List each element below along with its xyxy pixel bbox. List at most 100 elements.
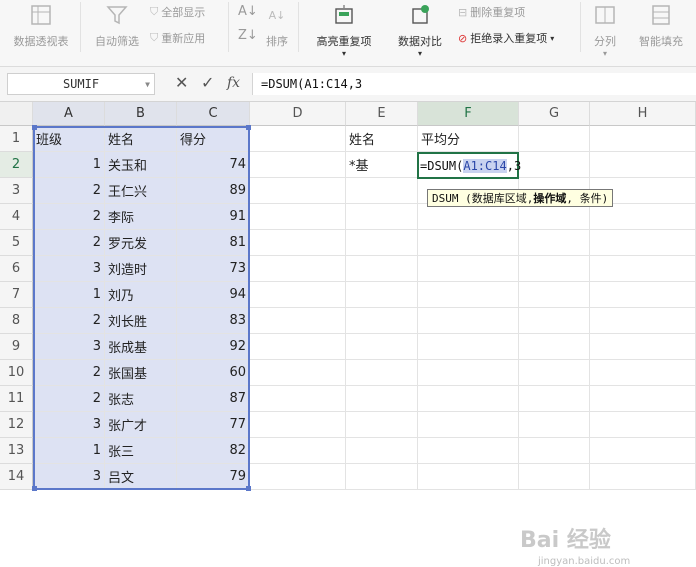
cell-f12[interactable] [418, 412, 519, 438]
cell-a13[interactable]: 1 [33, 438, 105, 464]
column-header-a[interactable]: A [33, 102, 105, 126]
insert-function-icon[interactable]: fx [227, 75, 240, 91]
cell-c6[interactable]: 73 [177, 256, 250, 282]
sort-button[interactable]: A↓ 排序 [262, 3, 292, 49]
row-header-8[interactable]: 8 [0, 308, 33, 334]
cell-e4[interactable] [346, 204, 418, 230]
cell-e9[interactable] [346, 334, 418, 360]
cell-d8[interactable] [250, 308, 346, 334]
row-header-4[interactable]: 4 [0, 204, 33, 230]
row-header-5[interactable]: 5 [0, 230, 33, 256]
cell-f1[interactable]: 平均分 [418, 126, 519, 152]
column-header-g[interactable]: G [519, 102, 590, 126]
cell-b8[interactable]: 刘长胜 [105, 308, 177, 334]
cell-g14[interactable] [519, 464, 590, 490]
sort-asc-icon[interactable]: A↓ [238, 4, 258, 19]
cell-g9[interactable] [519, 334, 590, 360]
cell-e1[interactable]: 姓名 [346, 126, 418, 152]
formula-input[interactable]: =DSUM(A1:C14,3 [252, 73, 696, 95]
cell-f4[interactable] [418, 204, 519, 230]
cell-h14[interactable] [590, 464, 696, 490]
column-header-b[interactable]: B [105, 102, 177, 126]
cell-d6[interactable] [250, 256, 346, 282]
cell-f13[interactable] [418, 438, 519, 464]
row-header-7[interactable]: 7 [0, 282, 33, 308]
cell-b9[interactable]: 张成基 [105, 334, 177, 360]
cell-c2[interactable]: 74 [177, 152, 250, 178]
cell-e7[interactable] [346, 282, 418, 308]
delete-duplicates-button[interactable]: ⊟ 删除重复项 [458, 4, 525, 20]
cell-a12[interactable]: 3 [33, 412, 105, 438]
cell-f10[interactable] [418, 360, 519, 386]
cell-e13[interactable] [346, 438, 418, 464]
row-header-6[interactable]: 6 [0, 256, 33, 282]
cell-h10[interactable] [590, 360, 696, 386]
row-header-10[interactable]: 10 [0, 360, 33, 386]
cell-b4[interactable]: 李际 [105, 204, 177, 230]
cell-c3[interactable]: 89 [177, 178, 250, 204]
cell-c9[interactable]: 92 [177, 334, 250, 360]
row-header-13[interactable]: 13 [0, 438, 33, 464]
cell-a10[interactable]: 2 [33, 360, 105, 386]
column-header-f[interactable]: F [418, 102, 519, 126]
cell-c7[interactable]: 94 [177, 282, 250, 308]
cell-a3[interactable]: 2 [33, 178, 105, 204]
name-box[interactable]: SUMIF ▼ [7, 73, 155, 95]
cell-f11[interactable] [418, 386, 519, 412]
cell-e5[interactable] [346, 230, 418, 256]
smart-fill-button[interactable]: 智能填充 [634, 3, 688, 49]
cell-e2[interactable]: *基 [346, 152, 418, 178]
row-header-2[interactable]: 2 [0, 152, 33, 178]
cell-c14[interactable]: 79 [177, 464, 250, 490]
cell-h13[interactable] [590, 438, 696, 464]
cell-g13[interactable] [519, 438, 590, 464]
cell-b7[interactable]: 刘乃 [105, 282, 177, 308]
sort-desc-icon[interactable]: Z↓ [238, 28, 258, 43]
cell-g5[interactable] [519, 230, 590, 256]
cell-b6[interactable]: 刘造时 [105, 256, 177, 282]
select-all-corner[interactable] [0, 102, 33, 126]
cell-c5[interactable]: 81 [177, 230, 250, 256]
cell-a2[interactable]: 1 [33, 152, 105, 178]
row-header-12[interactable]: 12 [0, 412, 33, 438]
cell-a14[interactable]: 3 [33, 464, 105, 490]
cell-d9[interactable] [250, 334, 346, 360]
cell-a6[interactable]: 3 [33, 256, 105, 282]
cell-h1[interactable] [590, 126, 696, 152]
active-cell-f2-editor[interactable]: =DSUM(A1:C14,3 [417, 152, 521, 179]
cell-f14[interactable] [418, 464, 519, 490]
cell-f9[interactable] [418, 334, 519, 360]
confirm-icon[interactable]: ✓ [201, 75, 214, 91]
cell-b3[interactable]: 王仁兴 [105, 178, 177, 204]
reapply-button[interactable]: ⛉ 重新应用 [150, 30, 205, 46]
cell-f8[interactable] [418, 308, 519, 334]
cell-d12[interactable] [250, 412, 346, 438]
cell-e8[interactable] [346, 308, 418, 334]
cell-g11[interactable] [519, 386, 590, 412]
row-header-9[interactable]: 9 [0, 334, 33, 360]
row-header-11[interactable]: 11 [0, 386, 33, 412]
cell-a11[interactable]: 2 [33, 386, 105, 412]
cell-h6[interactable] [590, 256, 696, 282]
cell-c11[interactable]: 87 [177, 386, 250, 412]
cell-h8[interactable] [590, 308, 696, 334]
cell-h12[interactable] [590, 412, 696, 438]
cell-b11[interactable]: 张志 [105, 386, 177, 412]
cell-a9[interactable]: 3 [33, 334, 105, 360]
cell-f5[interactable] [418, 230, 519, 256]
cell-g4[interactable] [519, 204, 590, 230]
cell-b12[interactable]: 张广才 [105, 412, 177, 438]
cell-c8[interactable]: 83 [177, 308, 250, 334]
cell-a8[interactable]: 2 [33, 308, 105, 334]
row-header-1[interactable]: 1 [0, 126, 33, 152]
cell-h7[interactable] [590, 282, 696, 308]
cell-g6[interactable] [519, 256, 590, 282]
cell-h2[interactable] [590, 152, 696, 178]
autofilter-button[interactable]: 自动筛选 [92, 3, 142, 49]
cell-e12[interactable] [346, 412, 418, 438]
cell-c1[interactable]: 得分 [177, 126, 250, 152]
cell-g8[interactable] [519, 308, 590, 334]
highlight-duplicates-button[interactable]: 高亮重复项 ▾ [308, 3, 380, 58]
cell-d10[interactable] [250, 360, 346, 386]
cell-e11[interactable] [346, 386, 418, 412]
